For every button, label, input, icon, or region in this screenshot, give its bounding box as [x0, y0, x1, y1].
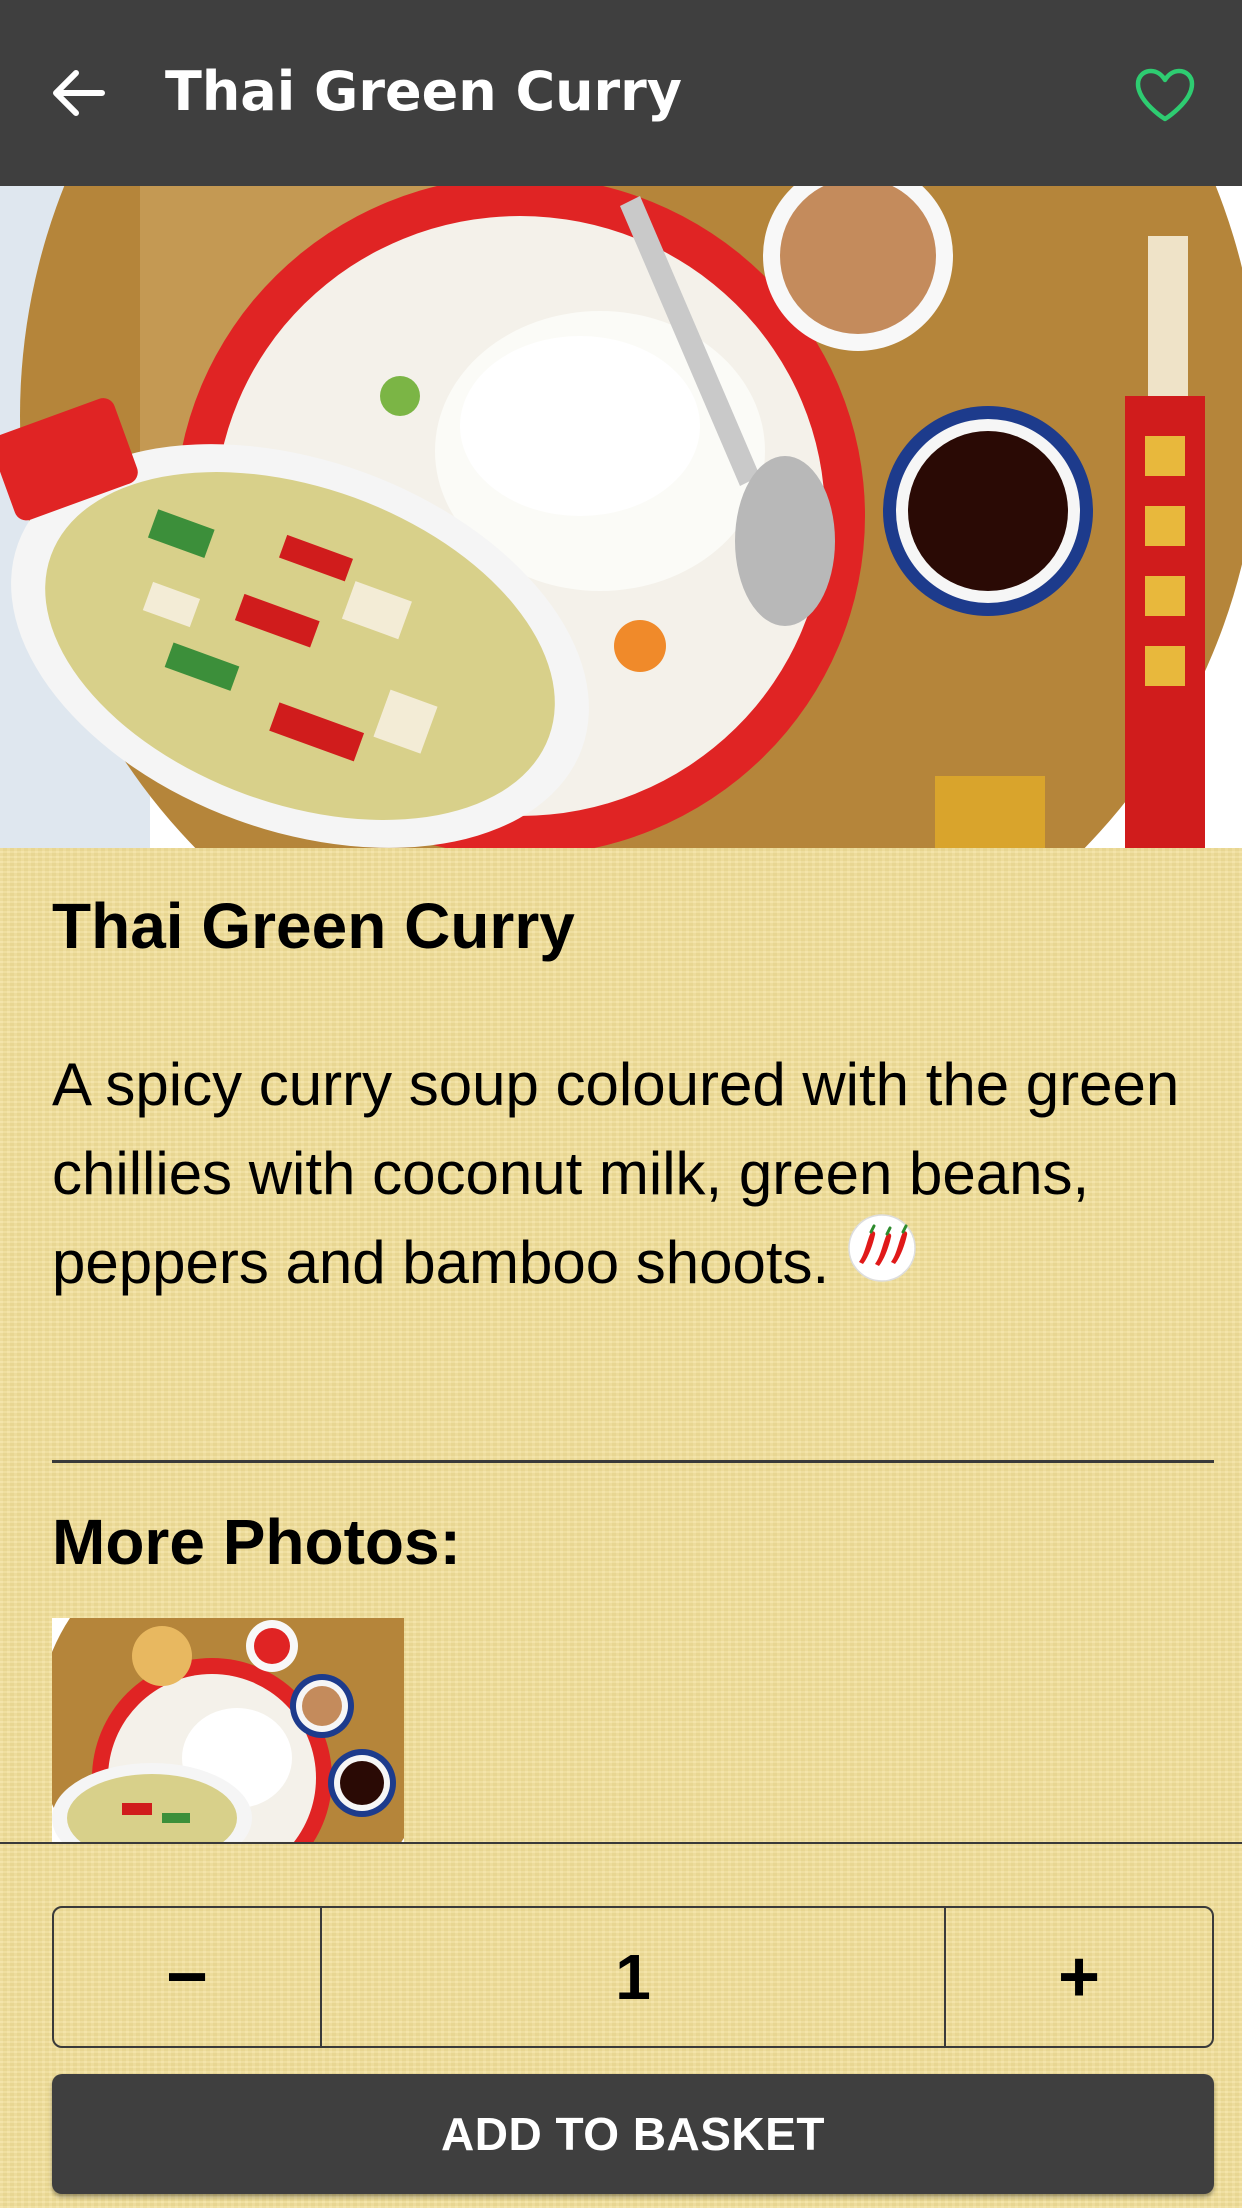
app-bar-title: Thai Green Curry: [165, 60, 683, 123]
more-photos-thumbnail[interactable]: [52, 1618, 404, 1842]
heart-outline-icon: [1135, 68, 1195, 122]
section-divider: [52, 1460, 1214, 1463]
chilli-peppers-icon: [843, 1214, 921, 1306]
dish-hero-image: [0, 186, 1242, 848]
increase-quantity-button[interactable]: +: [944, 1908, 1212, 2046]
quantity-value: 1: [615, 1941, 651, 2013]
bottom-panel-divider: [0, 1842, 1242, 1844]
quantity-stepper: − 1 +: [52, 1906, 1214, 2048]
minus-icon: −: [165, 1937, 209, 2017]
back-button[interactable]: [40, 48, 120, 138]
dish-description-text: A spicy curry soup coloured with the gre…: [52, 1051, 1180, 1296]
decrease-quantity-button[interactable]: −: [54, 1908, 322, 2046]
add-to-basket-button[interactable]: ADD TO BASKET: [52, 2074, 1214, 2194]
favorite-button[interactable]: [1120, 50, 1210, 140]
arrow-left-icon: [53, 70, 105, 116]
app-bar: Thai Green Curry: [0, 0, 1242, 186]
plus-icon: +: [1057, 1937, 1101, 2017]
more-photos-label: More Photos:: [52, 1506, 461, 1578]
dish-title: Thai Green Curry: [52, 890, 575, 962]
dish-description: A spicy curry soup coloured with the gre…: [52, 1040, 1212, 1307]
